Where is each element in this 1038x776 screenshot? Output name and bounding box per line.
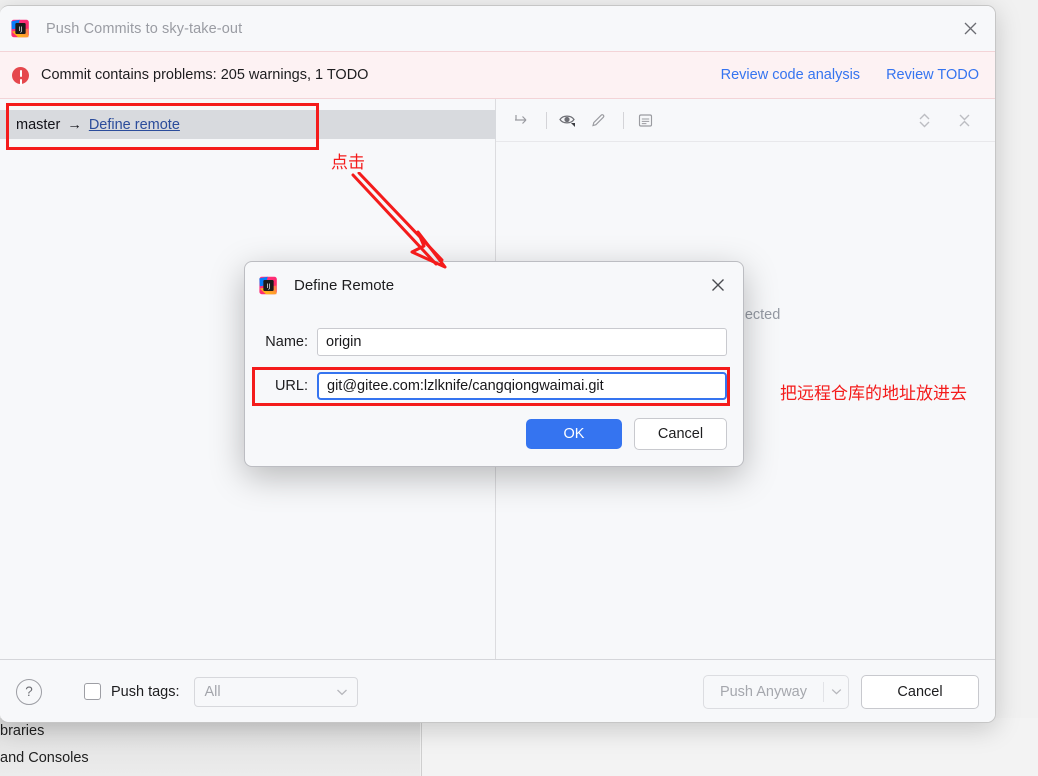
push-tags-label: Push tags: [111,683,180,700]
push-tags-select[interactable]: All [193,676,358,707]
review-todo-link[interactable]: Review TODO [886,67,979,83]
branch-arrow-icon: → [67,116,82,133]
define-remote-url-row: URL: git@gitee.com:lzlknife/cangqiongwai… [245,372,727,400]
url-input[interactable]: git@gitee.com:lzlknife/cangqiongwaimai.g… [317,372,727,400]
push-dialog-title: Push Commits to sky-take-out [46,20,243,37]
error-circle-icon [12,66,29,84]
define-remote-link[interactable]: Define remote [89,117,180,133]
close-icon-glyph [964,22,976,35]
chevron-down-icon-glyph [336,689,347,695]
edit-pencil-icon[interactable] [585,108,611,132]
collapse-all-icon-glyph [959,114,969,126]
push-anyway-button-group[interactable]: Push Anyway [702,674,849,709]
ide-bg-text-libraries: braries [0,723,45,739]
collapse-all-icon[interactable] [951,108,977,132]
cancel-button[interactable]: Cancel [634,418,727,450]
svg-text:IJ: IJ [19,26,23,33]
ide-background-left-panel: braries and Consoles [0,718,420,776]
push-tags-checkbox[interactable] [84,683,101,700]
show-diff-icon[interactable] [508,108,534,132]
push-anyway-dropdown-icon[interactable] [824,676,848,708]
review-code-analysis-link[interactable]: Review code analysis [721,67,860,83]
chevron-down-icon [336,688,348,696]
url-input-value: git@gitee.com:lzlknife/cangqiongwaimai.g… [327,378,604,394]
toolbar-divider [496,141,995,142]
define-remote-titlebar: IJ Define Remote [245,262,743,308]
define-remote-name-row: Name: origin [245,328,727,356]
define-remote-dialog: IJ Define Remote Name: origin URL: git@g… [244,261,744,467]
chevron-down-icon-glyph [831,689,841,695]
toolbar-separator [546,111,547,129]
branch-name-label: master [16,116,61,133]
commit-problems-text: Commit contains problems: 205 warnings, … [41,67,369,83]
commit-problems-bar: Commit contains problems: 205 warnings, … [0,51,995,99]
expand-all-icon[interactable] [911,108,937,132]
define-remote-title: Define Remote [294,276,395,294]
push-dialog-titlebar: IJ Push Commits to sky-take-out [0,6,995,51]
details-document-icon[interactable] [632,108,658,132]
name-input-value: origin [326,334,362,350]
intellij-idea-logo-icon: IJ [11,19,29,38]
cancel-button[interactable]: Cancel [861,674,979,709]
push-anyway-button[interactable]: Push Anyway [704,676,823,708]
branch-row-master[interactable]: master → Define remote [0,110,496,139]
expand-all-icon-glyph [919,113,929,127]
name-input[interactable]: origin [317,328,727,356]
url-field-label: URL: [274,378,308,394]
push-dialog-footer: ? Push tags: All Push Anyway Cancel [0,659,995,722]
commit-details-toolbar [496,99,995,141]
ok-button[interactable]: OK [526,419,622,449]
toolbar-separator [623,111,624,129]
preview-eye-icon[interactable] [555,108,581,132]
ide-bg-text-consoles: and Consoles [0,750,89,766]
help-icon[interactable]: ? [16,678,42,705]
pencil-icon-glyph [591,113,604,126]
close-icon-glyph [712,279,724,291]
close-icon[interactable] [957,16,983,42]
eye-icon-glyph [559,115,575,127]
show-diff-icon-glyph [514,114,526,124]
close-icon[interactable] [705,272,731,298]
commit-details-toolbar-right [911,108,981,132]
name-field-label: Name: [265,334,308,350]
intellij-idea-logo-icon: IJ [259,276,277,294]
push-tags-value: All [204,683,221,700]
define-remote-buttons: OK Cancel [526,418,727,450]
commit-problems-links: Review code analysis Review TODO [721,67,979,83]
document-icon-glyph [638,113,652,127]
ide-background-right-panel [421,718,1038,776]
footer-actions: Push Anyway Cancel [702,674,979,709]
svg-text:IJ: IJ [267,283,271,290]
